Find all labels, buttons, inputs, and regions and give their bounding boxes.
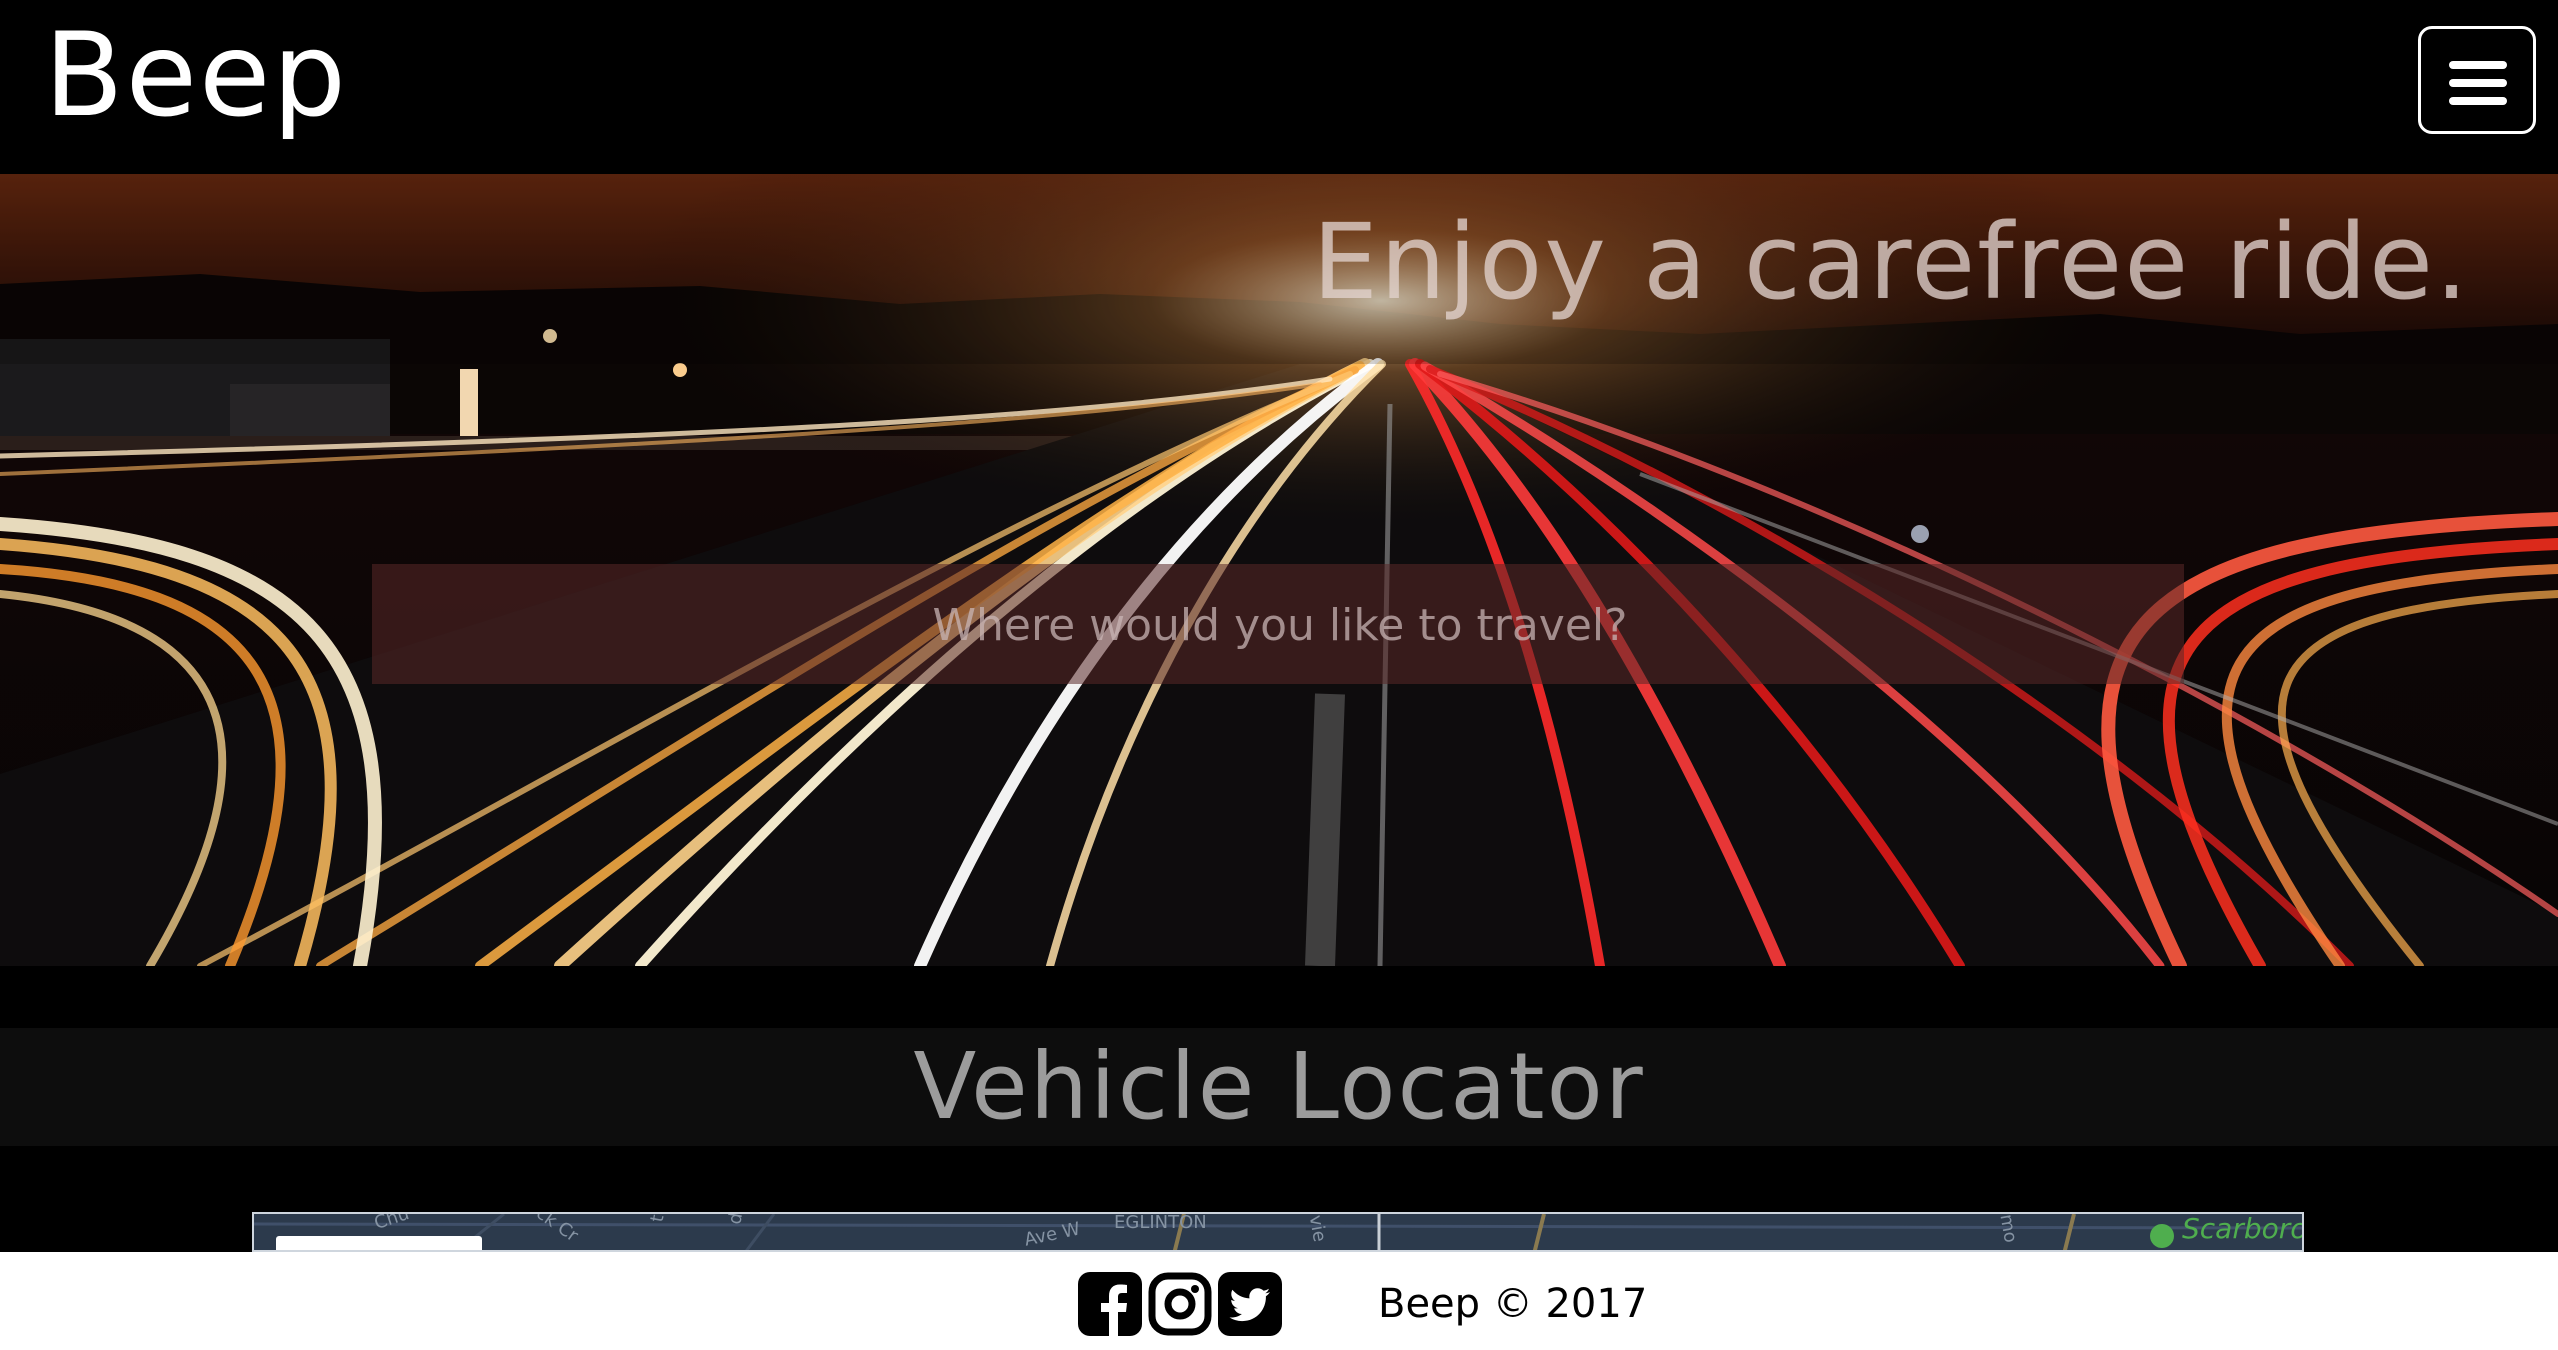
top-navbar: Beep xyxy=(0,0,2558,174)
footer: Beep © 2017 xyxy=(0,1252,2558,1350)
map-park-label: Scarborou xyxy=(2182,1212,2302,1245)
map-street-label: vie xyxy=(1304,1213,1331,1244)
vehicle-locator-map[interactable]: Chu ck Cr t d Ave W EGLINTON vie mo Scar… xyxy=(252,1212,2304,1252)
page-root: Beep Enjoy a carefree ride. Where would … xyxy=(0,0,2558,1350)
destination-search-input[interactable] xyxy=(372,564,2188,686)
map-street-label: EGLINTON xyxy=(1114,1212,1207,1233)
vehicle-locator-title: Vehicle Locator xyxy=(913,1033,1645,1140)
hero-banner: Enjoy a carefree ride. xyxy=(0,174,2558,966)
facebook-icon[interactable] xyxy=(1078,1272,1142,1336)
vehicle-locator-section: Vehicle Locator xyxy=(0,1028,2558,1146)
park-marker-icon xyxy=(2150,1224,2174,1248)
twitter-icon[interactable] xyxy=(1218,1272,1282,1336)
map-type-control[interactable] xyxy=(276,1236,482,1250)
hamburger-menu-button[interactable] xyxy=(2418,26,2536,134)
brand-logo[interactable]: Beep xyxy=(44,6,348,146)
search-bar xyxy=(372,564,2188,686)
instagram-icon[interactable] xyxy=(1148,1272,1212,1336)
hero-title: Enjoy a carefree ride. xyxy=(1312,201,2470,323)
copyright-text: Beep © 2017 xyxy=(1378,1281,1648,1327)
